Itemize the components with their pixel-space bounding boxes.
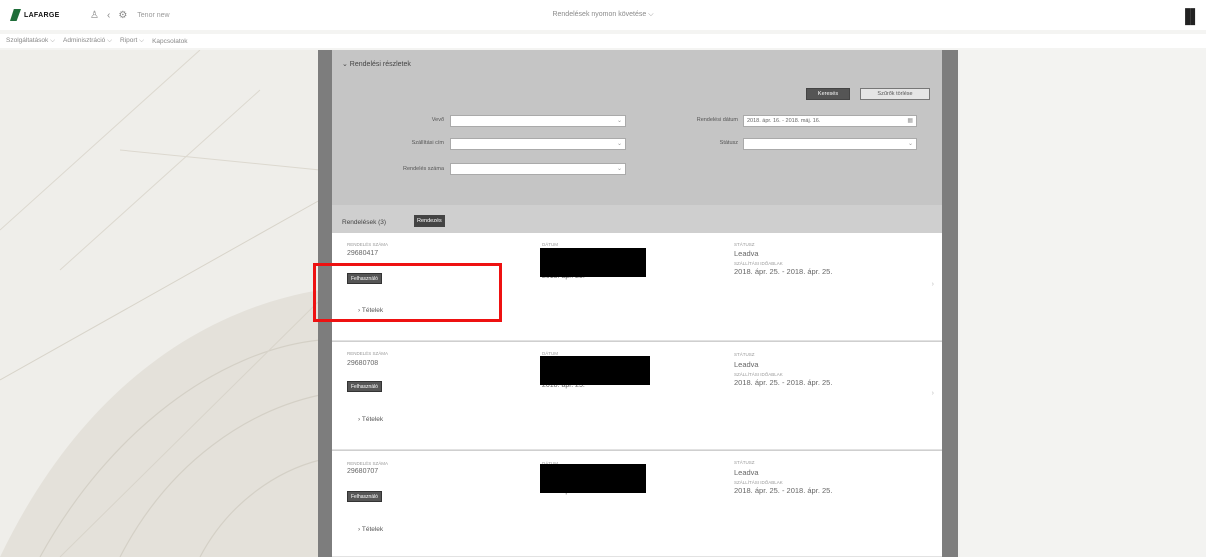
- order-number-label: Rendelés száma: [403, 166, 444, 172]
- order-number: 29680708: [347, 360, 379, 367]
- filter-section-title[interactable]: ⌄ Rendelési részletek: [342, 60, 411, 68]
- order-card[interactable]: RENDELÉS SZÁMA 29680707 Felhasználó DÁTU…: [332, 451, 942, 557]
- delivery-window: 2018. ápr. 25. - 2018. ápr. 25.: [734, 378, 833, 387]
- chevron-right-icon[interactable]: ›: [932, 281, 934, 288]
- menu-item-services[interactable]: Szolgáltatások ⌵: [6, 37, 55, 45]
- order-number-select[interactable]: ⌄: [450, 163, 626, 175]
- hamburger-menu-icon[interactable]: ▐▌: [1180, 8, 1200, 24]
- order-card[interactable]: RENDELÉS SZÁMA 29680708 Felhasználó DÁTU…: [332, 342, 942, 450]
- delivery-window-caption: SZÁLLÍTÁSI IDŐABLAK: [734, 261, 783, 266]
- calendar-icon[interactable]: ▦: [907, 116, 913, 126]
- delivery-address-select[interactable]: ⌄: [450, 138, 626, 150]
- order-number-caption: RENDELÉS SZÁMA: [347, 351, 389, 356]
- chevron-down-icon: ⌄: [907, 141, 913, 147]
- order-number-caption: RENDELÉS SZÁMA: [347, 242, 389, 247]
- main-menu: Szolgáltatások ⌵ Adminisztráció ⌵ Riport…: [0, 34, 1206, 48]
- chevron-right-icon[interactable]: ›: [932, 390, 934, 397]
- customer-label: Vevő: [431, 117, 444, 123]
- delivery-address-label: Szállítási cím: [411, 140, 444, 146]
- top-bar: LAFARGE ♙ ‹ ⚙ Tenor new Rendelések nyomo…: [0, 0, 1206, 30]
- order-number: 29680417: [347, 250, 379, 257]
- order-status: Leadva: [734, 468, 759, 477]
- order-status: Leadva: [734, 360, 759, 369]
- delivery-window-caption: SZÁLLÍTÁSI IDŐABLAK: [734, 480, 783, 485]
- delivery-window: 2018. ápr. 25. - 2018. ápr. 25.: [734, 486, 833, 495]
- delivery-window-caption: SZÁLLÍTÁSI IDŐABLAK: [734, 372, 783, 377]
- results-count: Rendelések (3): [342, 219, 387, 226]
- redacted-block: [540, 464, 646, 493]
- order-status: Leadva: [734, 249, 759, 258]
- items-toggle[interactable]: › Tételek: [358, 526, 383, 533]
- filter-section: [332, 50, 942, 205]
- sort-button[interactable]: Rendezés: [414, 215, 445, 227]
- status-caption: STÁTUSZ: [734, 352, 755, 357]
- redacted-block: [540, 356, 650, 385]
- status-select[interactable]: ⌄: [743, 138, 917, 150]
- order-number-caption: RENDELÉS SZÁMA: [347, 461, 389, 466]
- page-title[interactable]: Rendelések nyomon követése ⌵: [0, 11, 1206, 19]
- search-button[interactable]: Keresés: [806, 88, 850, 100]
- annotation-highlight-box: [313, 263, 502, 322]
- menu-item-report[interactable]: Riport ⌵: [120, 37, 144, 45]
- status-caption: STÁTUSZ: [734, 242, 755, 247]
- customer-select[interactable]: ⌄: [450, 115, 626, 127]
- user-info-button[interactable]: Felhasználó: [347, 491, 382, 502]
- chevron-down-icon: ⌄: [616, 141, 622, 147]
- menu-item-admin[interactable]: Adminisztráció ⌵: [63, 37, 112, 45]
- menu-item-contacts[interactable]: Kapcsolatok: [152, 38, 187, 45]
- user-info-button[interactable]: Felhasználó: [347, 381, 382, 392]
- chevron-down-icon: ⌵: [648, 11, 654, 18]
- date-caption: DÁTUM: [542, 242, 558, 247]
- redacted-block: [540, 248, 646, 277]
- order-date-field[interactable]: 2018. ápr. 16. - 2018. máj. 16. ▦: [743, 115, 917, 127]
- order-number: 29680707: [347, 468, 379, 475]
- status-label: Státusz: [719, 140, 738, 146]
- chevron-down-icon: ⌄: [616, 166, 622, 172]
- status-caption: STÁTUSZ: [734, 460, 755, 465]
- clear-filters-button[interactable]: Szűrők törlése: [860, 88, 930, 100]
- items-toggle[interactable]: › Tételek: [358, 416, 383, 423]
- order-date-label: Rendelési dátum: [696, 117, 738, 123]
- chevron-down-icon: ⌄: [616, 118, 622, 124]
- delivery-window: 2018. ápr. 25. - 2018. ápr. 25.: [734, 267, 833, 276]
